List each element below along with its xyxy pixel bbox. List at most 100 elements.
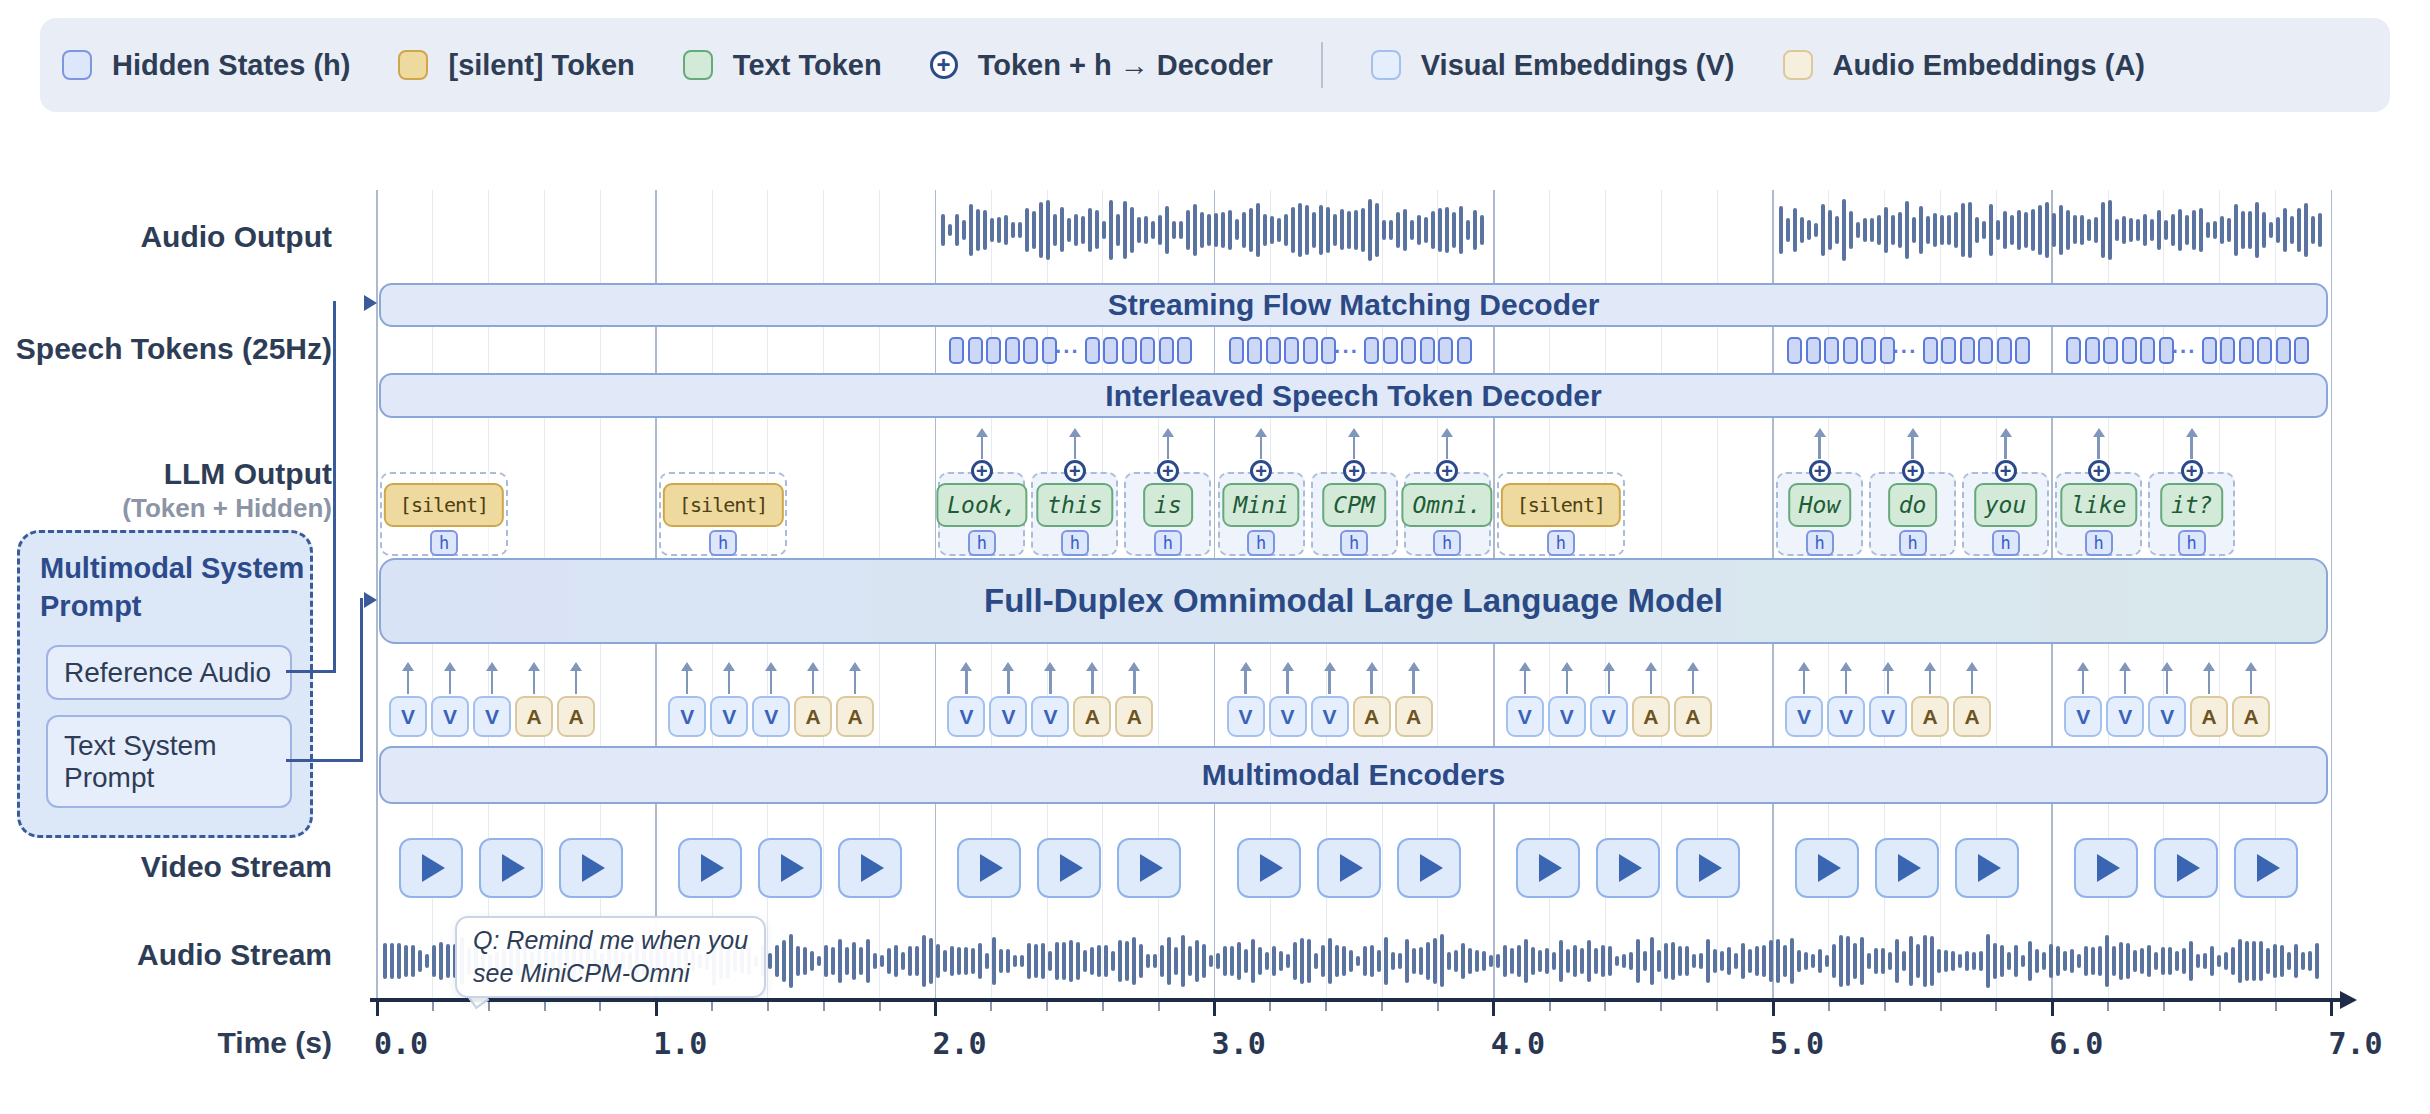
audio-stream-waveform [1559, 940, 1563, 981]
audio-output-waveform [1396, 212, 1400, 249]
embedding-arrow-head [1324, 662, 1336, 671]
embedding-arrow-head [1408, 662, 1420, 671]
speech-token [1364, 337, 1379, 364]
audio-output-waveform [2157, 210, 2161, 250]
audio-stream-waveform [810, 951, 814, 971]
audio-output-waveform [2073, 215, 2077, 244]
audio-stream-waveform [1517, 945, 1521, 977]
llm-token-group: [silent]h [659, 472, 787, 556]
play-icon [861, 854, 884, 882]
text-token: it? [2160, 483, 2224, 527]
visual-embedding-box: V [1506, 696, 1544, 737]
axis-tick [1492, 1002, 1495, 1016]
audio-stream-waveform [1090, 947, 1094, 975]
audio-stream-waveform [1027, 943, 1031, 978]
audio-stream-waveform [831, 947, 835, 974]
embedding-arrow-line [965, 670, 968, 694]
audio-embedding-box: A [1911, 696, 1949, 737]
audio-output-waveform [1284, 214, 1288, 246]
speech-token [1401, 337, 1416, 364]
speech-token [968, 337, 983, 364]
audio-output-waveform [1982, 221, 1986, 240]
embedding-arrow-head [486, 662, 498, 671]
text-token: is [1143, 483, 1193, 527]
play-icon [1340, 854, 1363, 882]
axis-tick [2107, 1002, 2109, 1011]
axis-tick [879, 1002, 881, 1011]
embedding-arrow-line [1412, 670, 1415, 694]
audio-output-waveform [1431, 211, 1435, 248]
audio-stream-waveform [1867, 953, 1871, 968]
video-frame-button [1117, 838, 1181, 898]
audio-stream-waveform [2105, 935, 2109, 988]
speech-token [986, 337, 1001, 364]
legend-item-silent-token: [silent] Token [398, 49, 634, 82]
audio-output-waveform [1828, 210, 1832, 250]
audio-stream-waveform [1846, 936, 1850, 986]
hidden-state-box: h [709, 530, 737, 556]
audio-output-waveform [1884, 207, 1888, 253]
audio-output-waveform [1116, 214, 1120, 247]
audio-stream-waveform [1657, 950, 1661, 973]
audio-output-waveform [1263, 214, 1267, 246]
speech-token [1420, 337, 1435, 364]
embedding-arrow-head [2161, 662, 2173, 671]
token-to-decoder-arrow-line [981, 436, 984, 459]
audio-stream-waveform [1300, 938, 1304, 985]
axis-tick-label: 0.0 [374, 1026, 464, 1060]
audio-stream-waveform [2259, 941, 2263, 982]
audio-stream-waveform [1608, 946, 1612, 976]
row-label-speech-tokens: Speech Tokens (25Hz) [0, 332, 332, 366]
audio-stream-waveform [922, 935, 926, 988]
text-prompt-connector-h [286, 759, 363, 762]
axis-tick [823, 1002, 825, 1011]
audio-stream-waveform [1972, 952, 1976, 970]
audio-output-waveform [1074, 214, 1078, 245]
audio-output-waveform [2143, 214, 2147, 246]
audio-stream-waveform [1979, 951, 1983, 970]
audio-output-waveform [2108, 200, 2112, 260]
audio-output-waveform [1151, 221, 1155, 239]
audio-stream-waveform [2133, 950, 2137, 972]
audio-stream-waveform [383, 943, 387, 979]
audio-stream-waveform [2077, 954, 2081, 968]
timeline-diagram: Hidden States (h)[silent] TokenText Toke… [0, 0, 2430, 1114]
embedding-arrow-line [1887, 670, 1890, 694]
embedding-arrow-head [1366, 662, 1378, 671]
audio-stream-waveform [1097, 945, 1101, 977]
audio-stream-waveform [2007, 952, 2011, 970]
audio-stream-waveform [1237, 942, 1241, 980]
audio-stream-waveform [2119, 942, 2123, 980]
speech-token [1923, 337, 1938, 364]
text-token: CPM [1322, 483, 1386, 527]
llm-token-group: [silent]h [380, 472, 508, 556]
legend-label: Hidden States (h) [112, 49, 350, 82]
bubble-line-2: see MiniCPM-Omni [473, 957, 748, 990]
speech-token [2220, 337, 2235, 364]
audio-output-waveform [2094, 217, 2098, 244]
audio-stream-waveform [1468, 948, 1472, 974]
token-to-decoder-arrow-head [1069, 428, 1081, 437]
audio-output-waveform [1095, 210, 1099, 249]
audio-stream-waveform [999, 949, 1003, 973]
audio-stream-waveform [1062, 942, 1066, 980]
token-to-decoder-arrow-line [1818, 436, 1821, 459]
audio-stream-waveform [1727, 947, 1731, 975]
llm-token-group: doh+ [1869, 472, 1956, 556]
video-frame-button [1795, 838, 1859, 898]
audio-stream-waveform [1076, 942, 1080, 979]
audio-output-waveform [1298, 203, 1302, 258]
audio-output-waveform [1102, 221, 1106, 239]
embedding-arrow-head [444, 662, 456, 671]
audio-output-waveform [2164, 220, 2168, 241]
audio-stream-waveform [1363, 946, 1367, 975]
audio-stream-waveform [1251, 939, 1255, 984]
audio-stream-waveform [1916, 944, 1920, 979]
axis-tick [1828, 1002, 1830, 1011]
audio-stream-waveform [1671, 942, 1675, 980]
audio-stream-waveform [2126, 943, 2130, 979]
video-frame-button [559, 838, 623, 898]
audio-output-waveform [1877, 215, 1881, 244]
audio-embedding-box: A [1674, 696, 1712, 737]
token-plus-h-icon: + [2181, 460, 2203, 482]
